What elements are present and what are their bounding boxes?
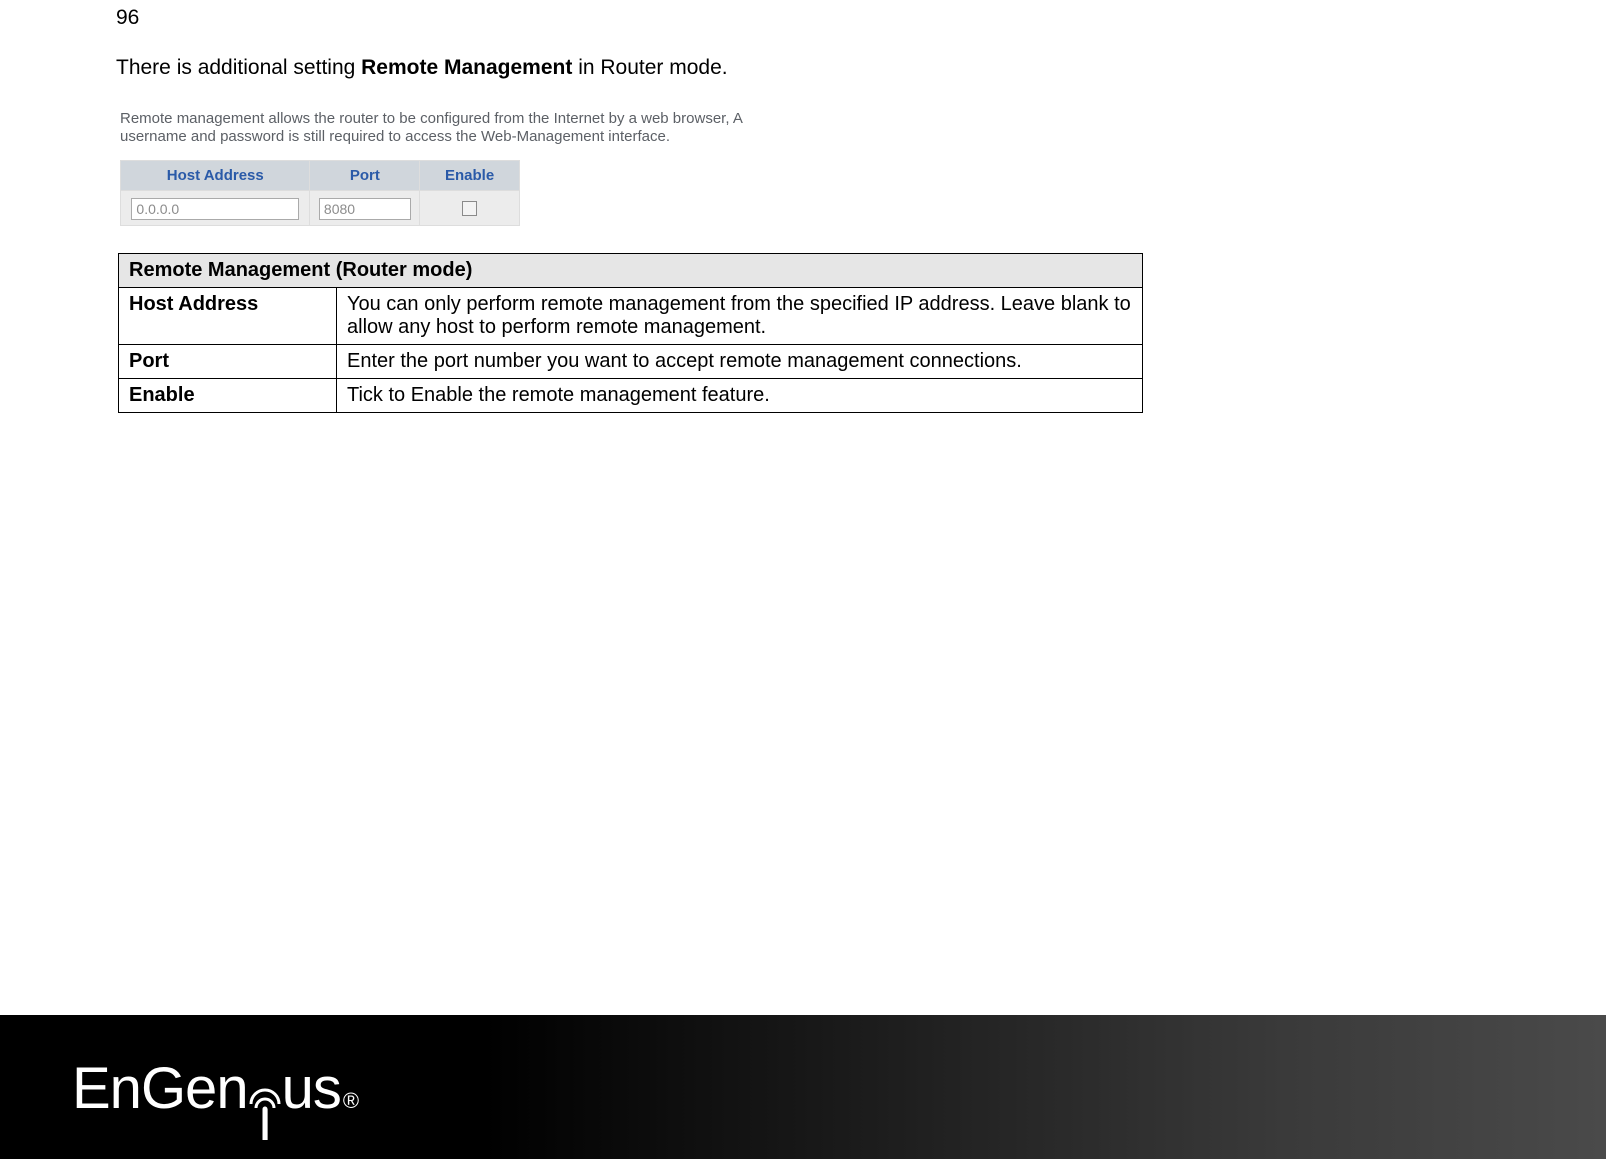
registered-icon: ® xyxy=(343,1090,358,1112)
page-number: 96 xyxy=(116,6,139,30)
host-address-input[interactable] xyxy=(131,198,299,220)
enable-checkbox[interactable] xyxy=(462,201,477,216)
desc-label: Host Address xyxy=(119,288,337,345)
desc-table-title: Remote Management (Router mode) xyxy=(119,254,1143,288)
desc-text: You can only perform remote management f… xyxy=(337,288,1143,345)
port-input[interactable] xyxy=(319,198,411,220)
ui-header-enable: Enable xyxy=(420,161,520,191)
engenius-logo: EnGen ı us ® xyxy=(72,1060,358,1137)
logo-text-pre: EnGen xyxy=(72,1060,248,1118)
ui-description: Remote management allows the router to b… xyxy=(120,110,756,146)
ui-value-row xyxy=(121,191,520,226)
desc-label: Enable xyxy=(119,379,337,413)
table-row: Enable Tick to Enable the remote managem… xyxy=(119,379,1143,413)
page-footer: EnGen ı us ® xyxy=(0,1015,1606,1159)
ui-header-host: Host Address xyxy=(121,161,310,191)
table-row: Port Enter the port number you want to a… xyxy=(119,345,1143,379)
ui-settings-table: Host Address Port Enable xyxy=(120,160,520,226)
remote-management-ui: Remote management allows the router to b… xyxy=(116,105,756,226)
description-table-container: Remote Management (Router mode) Host Add… xyxy=(118,253,1143,413)
description-table: Remote Management (Router mode) Host Add… xyxy=(118,253,1143,413)
desc-label: Port xyxy=(119,345,337,379)
logo-letter-i: ı xyxy=(257,1104,272,1139)
intro-bold: Remote Management xyxy=(361,56,572,79)
logo-text-post: us xyxy=(282,1060,341,1118)
logo-i-with-wifi: ı xyxy=(248,1088,282,1139)
intro-prefix: There is additional setting xyxy=(116,56,361,79)
ui-header-port: Port xyxy=(310,161,420,191)
intro-sentence: There is additional setting Remote Manag… xyxy=(116,56,728,80)
desc-text: Tick to Enable the remote management fea… xyxy=(337,379,1143,413)
desc-text: Enter the port number you want to accept… xyxy=(337,345,1143,379)
table-row: Host Address You can only perform remote… xyxy=(119,288,1143,345)
intro-suffix: in Router mode. xyxy=(572,56,727,79)
ui-header-row: Host Address Port Enable xyxy=(121,161,520,191)
desc-table-title-row: Remote Management (Router mode) xyxy=(119,254,1143,288)
